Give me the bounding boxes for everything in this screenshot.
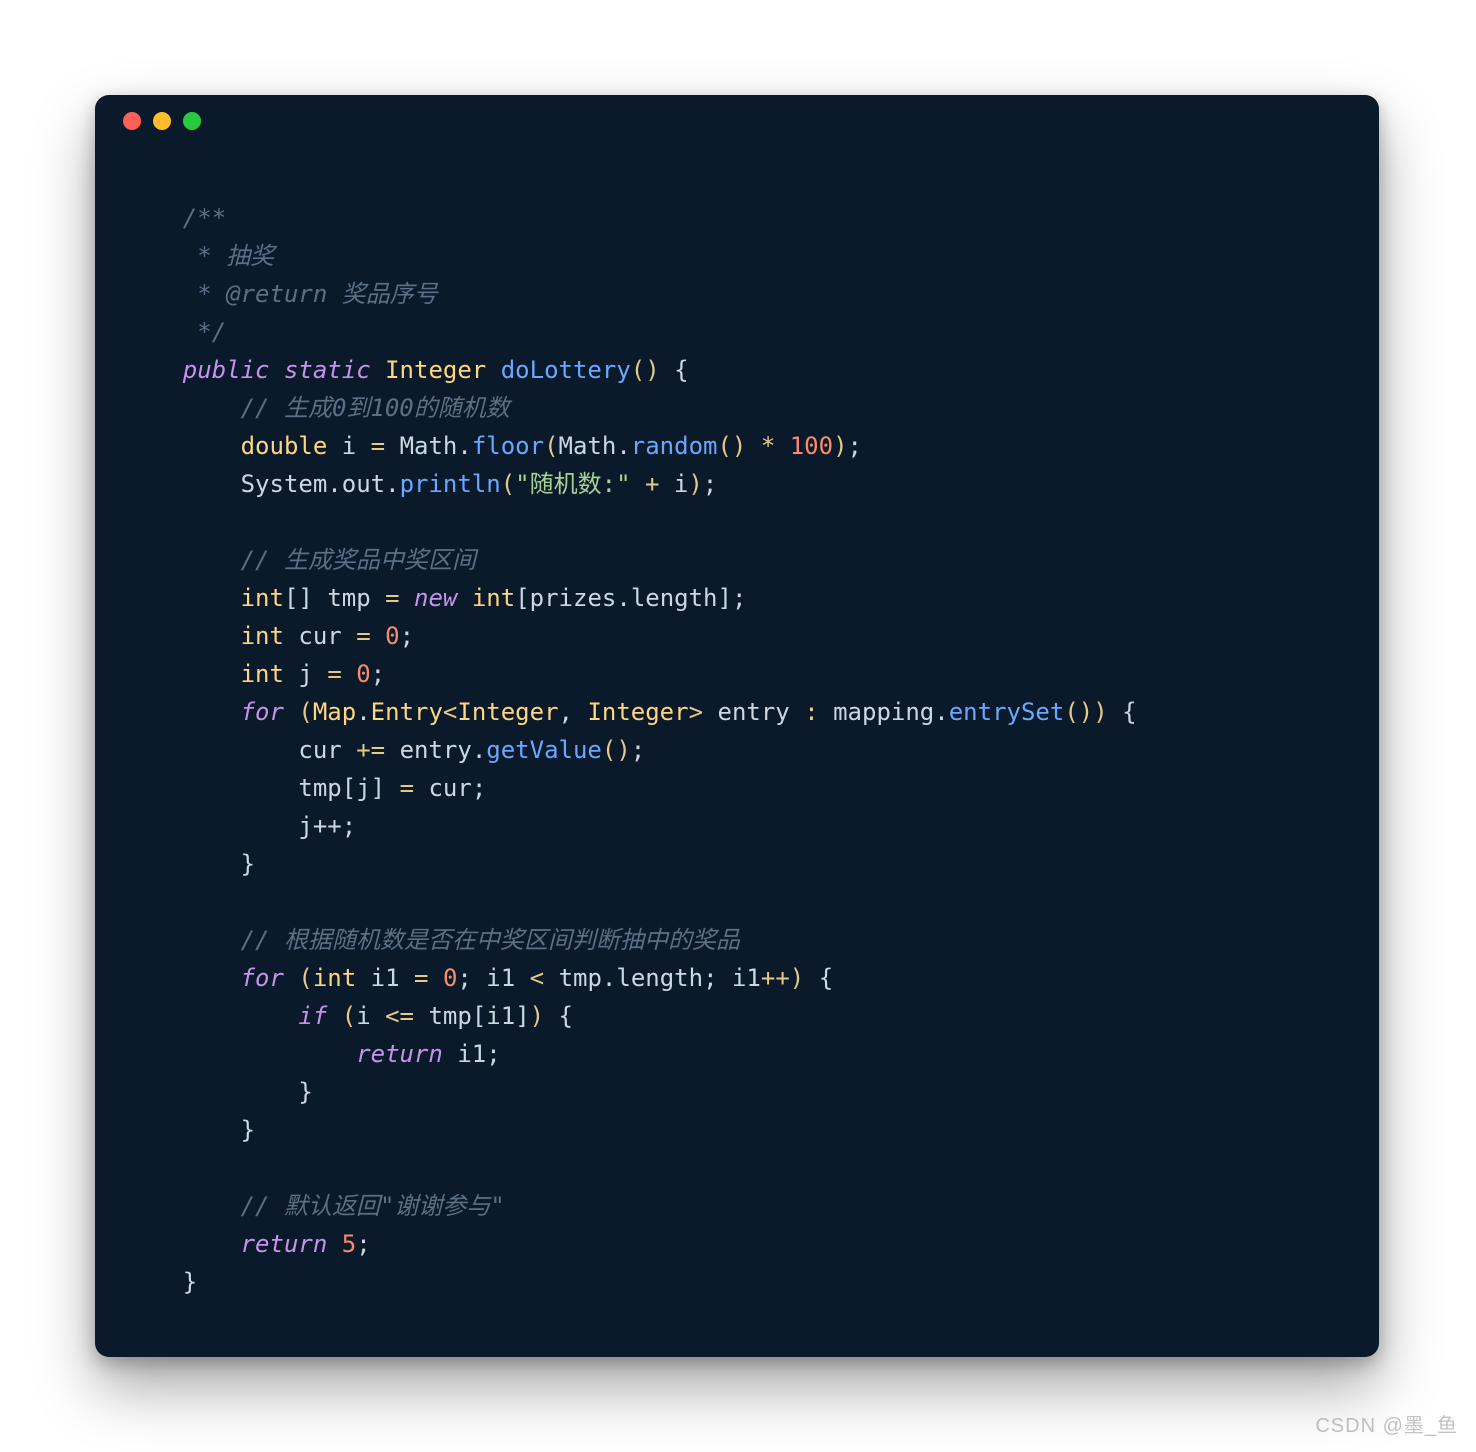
fn-name: doLottery: [501, 356, 631, 384]
code-line: return i1;: [125, 1040, 501, 1068]
string-literal: "随机数:": [515, 470, 630, 498]
code-line: j++;: [125, 812, 356, 840]
code-line: double i = Math.floor(Math.random() * 10…: [125, 432, 862, 460]
code-line: }: [125, 1116, 255, 1144]
code-line: // 生成0到100的随机数: [125, 394, 510, 422]
code-line: // 根据随机数是否在中奖区间判断抽中的奖品: [125, 926, 740, 954]
comment: // 根据随机数是否在中奖区间判断抽中的奖品: [241, 926, 740, 954]
comment: /**: [183, 204, 226, 232]
code-line: if (i <= tmp[i1]) {: [125, 1002, 573, 1030]
kw-static: static: [284, 356, 371, 384]
window-titlebar: [95, 95, 1379, 147]
close-icon[interactable]: [123, 112, 141, 130]
code-line: for (Map.Entry<Integer, Integer> entry :…: [125, 698, 1137, 726]
code-line: // 默认返回"谢谢参与": [125, 1192, 505, 1220]
comment: // 生成奖品中奖区间: [241, 546, 476, 574]
minimize-icon[interactable]: [153, 112, 171, 130]
code-line: /**: [125, 204, 226, 232]
kw-public: public: [183, 356, 270, 384]
code-line: int[] tmp = new int[prizes.length];: [125, 584, 746, 612]
maximize-icon[interactable]: [183, 112, 201, 130]
code-line: return 5;: [125, 1230, 371, 1258]
code-line: * @return 奖品序号: [125, 280, 438, 308]
code-line: cur += entry.getValue();: [125, 736, 645, 764]
code-line: public static Integer doLottery() {: [125, 356, 689, 384]
code-block: /** * 抽奖 * @return 奖品序号 */ public static…: [95, 147, 1379, 1331]
type: int: [241, 584, 284, 612]
code-window: /** * 抽奖 * @return 奖品序号 */ public static…: [95, 95, 1379, 1357]
comment: * @return 奖品序号: [183, 280, 438, 308]
code-line: tmp[j] = cur;: [125, 774, 486, 802]
code-line: // 生成奖品中奖区间: [125, 546, 476, 574]
code-line: }: [125, 1268, 197, 1296]
code-line: int j = 0;: [125, 660, 385, 688]
comment: // 生成0到100的随机数: [241, 394, 510, 422]
type: double: [241, 432, 328, 460]
code-line: }: [125, 1078, 313, 1106]
watermark: CSDN @墨_鱼: [1315, 1409, 1458, 1438]
code-line: */: [125, 318, 226, 346]
code-line: int cur = 0;: [125, 622, 414, 650]
comment: * 抽奖: [183, 242, 274, 270]
comment: // 默认返回"谢谢参与": [241, 1192, 505, 1220]
code-line: * 抽奖: [125, 242, 274, 270]
comment: */: [183, 318, 226, 346]
code-line: for (int i1 = 0; i1 < tmp.length; i1++) …: [125, 964, 833, 992]
code-line: }: [125, 850, 255, 878]
type: Integer: [385, 356, 486, 384]
code-line: System.out.println("随机数:" + i);: [125, 470, 717, 498]
